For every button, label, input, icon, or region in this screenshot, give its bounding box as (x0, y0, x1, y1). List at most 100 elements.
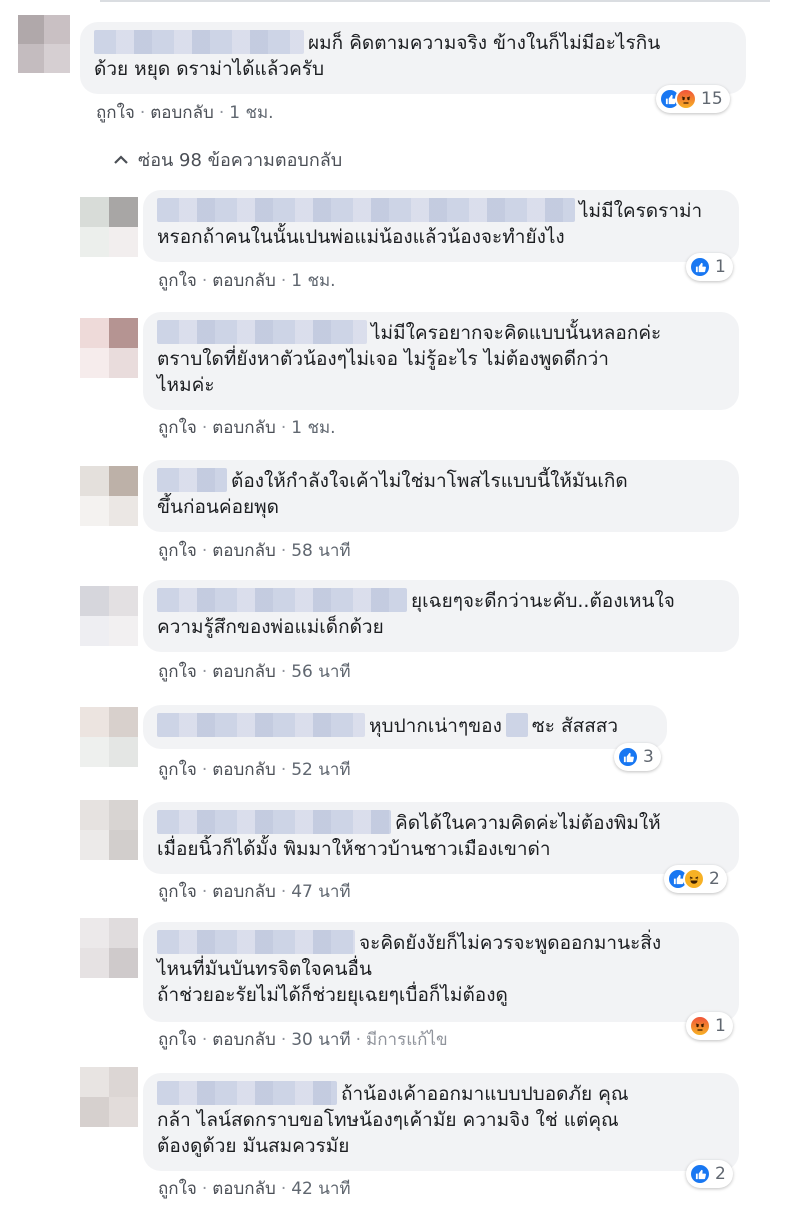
comment-text-line2: ไหนที่มันบันทรจิตใจคนอื่น (157, 958, 372, 980)
timestamp[interactable]: 52 นาที (291, 760, 350, 780)
like-reaction-icon (689, 1163, 711, 1185)
avatar[interactable] (80, 707, 138, 767)
comment-text-line2: ด้วย หยุด ดราม่าได้แล้วครับ (94, 58, 325, 80)
like-link[interactable]: ถูกใจ (96, 103, 135, 123)
comment-text-line1: ไม่มีใครอยากจะคิดแบบนั้นหลอกค่ะ (371, 322, 662, 344)
like-link[interactable]: ถูกใจ (158, 271, 197, 291)
comment-actions: ถูกใจ · ตอบกลับ · 30 นาที · มีการแก้ไข (158, 1030, 448, 1050)
chevron-up-icon (114, 154, 128, 164)
comment-text-line1a: หุบปากเน่าๆของ (369, 715, 502, 737)
like-link[interactable]: ถูกใจ (158, 541, 197, 561)
comment-text-line1: จะคิดยังงัยก็ไม่ควรจะพูดออกมานะสิ่ง (359, 932, 662, 954)
haha-reaction-icon (683, 868, 705, 890)
comment-text-line1: ต้องให้กำลังใจเค้าไม่ใช่มาโพสไรแบบนี้ให้… (231, 470, 628, 492)
comment-actions: ถูกใจ · ตอบกลับ · 56 นาที (158, 662, 351, 682)
avatar[interactable] (80, 800, 138, 860)
reply-link[interactable]: ตอบกลับ (212, 662, 276, 682)
timestamp[interactable]: 56 นาที (291, 662, 350, 682)
comment-actions: ถูกใจ · ตอบกลับ · 47 นาที (158, 882, 351, 902)
comment-text-line2: ขึ้นก่อนค่อยพุด (157, 496, 279, 518)
comment-text-line1: ถ้าน้องเค้าออกมาแบบปบอดภัย คุณ (341, 1083, 629, 1105)
comment-bubble: คิดได้ในความคิดค่ะไม่ต้องพิมให้ เมื่อยนิ… (143, 802, 739, 874)
comment-text-line2: กล้า ไลน์สดกราบขอโทษน้องๆเค้ามัย ความจิง… (157, 1109, 619, 1131)
like-link[interactable]: ถูกใจ (158, 882, 197, 902)
reaction-count: 1 (715, 257, 726, 277)
like-reaction-icon (617, 746, 639, 768)
timestamp[interactable]: 1 ชม. (291, 418, 335, 438)
comment-text-line2: หรอกถ้าคนในนั้นเปนพ่อแม่น้องแล้วน้องจะทำ… (157, 226, 565, 248)
comment-bubble: ถ้าน้องเค้าออกมาแบบปบอดภัย คุณ กล้า ไลน์… (143, 1073, 739, 1171)
like-link[interactable]: ถูกใจ (158, 760, 197, 780)
avatar[interactable] (80, 466, 138, 526)
timestamp[interactable]: 42 นาที (291, 1179, 350, 1199)
avatar[interactable] (80, 586, 138, 646)
blurred-author-name[interactable] (157, 320, 367, 344)
comment-text-line1: ผมก็ คิดตามความจริง ข้างในก็ไม่มีอะไรกิน (308, 32, 661, 54)
blurred-author-name[interactable] (157, 588, 407, 612)
comment-text-line2: เมื่อยนิ้วก็ได้มั้ง พิมมาให้ชาวบ้านชาวเม… (157, 838, 551, 860)
comment-bubble: หุบปากเน่าๆของ ซะ สัสสสว (143, 705, 667, 749)
blurred-author-name[interactable] (157, 468, 227, 492)
comment-text-line2: ตราบใดที่ยังหาตัวน้องๆไม่เจอ ไม่รู้อะไร … (157, 348, 609, 370)
comment-bubble: ไม่มีใครดราม่า หรอกถ้าคนในนั้นเปนพ่อแม่น… (143, 190, 739, 262)
comment-bubble: ผมก็ คิดตามความจริง ข้างในก็ไม่มีอะไรกิน… (80, 22, 746, 94)
avatar[interactable] (80, 918, 138, 978)
reaction-count: 2 (715, 1164, 726, 1184)
comment-text-line3: ไหมค่ะ (157, 374, 215, 396)
avatar[interactable] (18, 15, 70, 73)
timestamp[interactable]: 58 นาที (291, 541, 350, 561)
reply-link[interactable]: ตอบกลับ (212, 882, 276, 902)
comment-text-line1b: ซะ สัสสสว (531, 715, 619, 737)
hide-replies-label: ซ่อน 98 ข้อความตอบกลับ (138, 150, 343, 171)
blurred-author-name[interactable] (157, 713, 365, 737)
timestamp[interactable]: 1 ชม. (291, 271, 335, 291)
comment-bubble: ยุเฉยๆจะดีกว่านะคับ..ต้องเหนใจ ความรู้สึ… (143, 580, 739, 652)
comment-bubble: จะคิดยังงัยก็ไม่ควรจะพูดออกมานะสิ่ง ไหนท… (143, 922, 739, 1022)
blurred-author-name[interactable] (157, 930, 355, 954)
like-link[interactable]: ถูกใจ (158, 1030, 197, 1050)
blurred-mention (505, 713, 528, 737)
reaction-summary[interactable]: 2 (686, 1160, 733, 1188)
timestamp[interactable]: 1 ชม. (229, 103, 273, 123)
like-reaction-icon (689, 256, 711, 278)
avatar[interactable] (80, 1067, 138, 1127)
reply-link[interactable]: ตอบกลับ (212, 760, 276, 780)
avatar[interactable] (80, 197, 138, 257)
reply-link[interactable]: ตอบกลับ (212, 1030, 276, 1050)
like-link[interactable]: ถูกใจ (158, 662, 197, 682)
comment-actions: ถูกใจ · ตอบกลับ · 58 นาที (158, 541, 351, 561)
comment-actions: ถูกใจ · ตอบกลับ · 52 นาที (158, 760, 351, 780)
avatar[interactable] (80, 318, 138, 378)
hide-replies-link[interactable]: ซ่อน 98 ข้อความตอบกลับ (114, 145, 342, 174)
comment-text-line3: ต้องดูด้วย มันสมควรมัย (157, 1135, 350, 1157)
comment-actions: ถูกใจ · ตอบกลับ · 1 ชม. (96, 103, 274, 123)
comment-actions: ถูกใจ · ตอบกลับ · 42 นาที (158, 1179, 351, 1199)
thread-divider (100, 0, 770, 2)
blurred-author-name[interactable] (157, 1081, 337, 1105)
reaction-summary[interactable]: 1 (686, 253, 733, 281)
angry-reaction-icon (675, 88, 697, 110)
blurred-author-name[interactable] (94, 30, 304, 54)
reaction-summary[interactable]: 1 (686, 1012, 733, 1040)
reply-link[interactable]: ตอบกลับ (212, 418, 276, 438)
timestamp[interactable]: 47 นาที (291, 882, 350, 902)
reaction-count: 3 (643, 747, 654, 767)
blurred-author-name[interactable] (157, 198, 575, 222)
reply-link[interactable]: ตอบกลับ (212, 271, 276, 291)
blurred-author-name[interactable] (157, 810, 391, 834)
like-link[interactable]: ถูกใจ (158, 418, 197, 438)
reply-link[interactable]: ตอบกลับ (212, 541, 276, 561)
timestamp[interactable]: 30 นาที (291, 1030, 350, 1050)
reaction-summary[interactable]: 3 (614, 743, 661, 771)
comment-text-line1: ยุเฉยๆจะดีกว่านะคับ..ต้องเหนใจ (411, 590, 675, 612)
reaction-count: 15 (701, 89, 723, 109)
reaction-summary[interactable]: 15 (656, 85, 730, 113)
comment-text-line2: ความรู้สึกของพ่อแม่เด็กด้วย (157, 616, 384, 638)
comment-bubble: ต้องให้กำลังใจเค้าไม่ใช่มาโพสไรแบบนี้ให้… (143, 460, 739, 532)
reply-link[interactable]: ตอบกลับ (212, 1179, 276, 1199)
edited-label[interactable]: มีการแก้ไข (366, 1030, 448, 1050)
reply-link[interactable]: ตอบกลับ (150, 103, 214, 123)
like-link[interactable]: ถูกใจ (158, 1179, 197, 1199)
comment-text-line1: คิดได้ในความคิดค่ะไม่ต้องพิมให้ (395, 812, 661, 834)
reaction-summary[interactable]: 2 (664, 865, 727, 893)
